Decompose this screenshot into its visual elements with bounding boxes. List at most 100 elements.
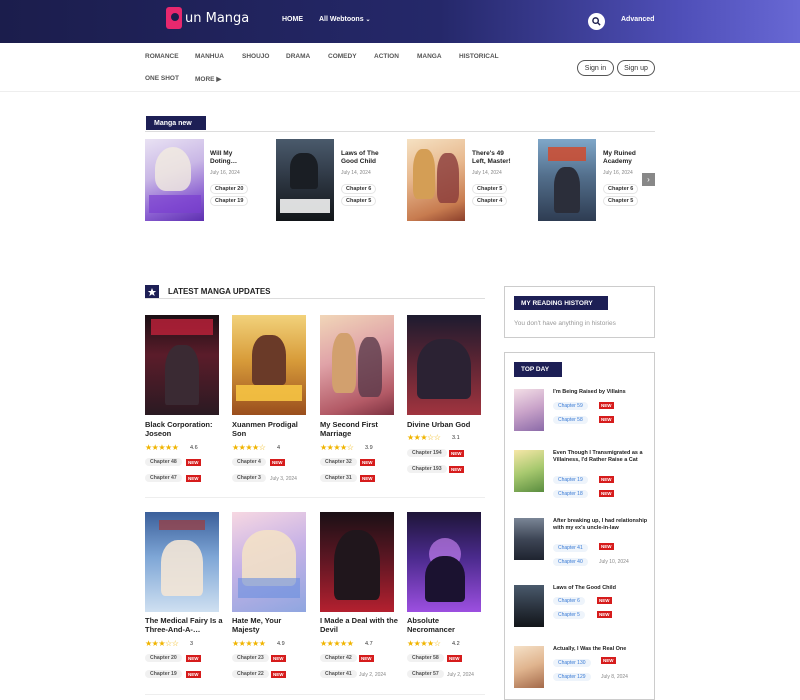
chapter-link[interactable]: Chapter 3 [232, 474, 266, 482]
cover-image[interactable] [407, 512, 481, 612]
chapter-link[interactable]: Chapter 19 [145, 670, 182, 678]
cover-image[interactable] [514, 389, 544, 431]
cover-image[interactable] [320, 315, 394, 415]
chapter-link[interactable]: Chapter 47 [145, 474, 182, 482]
manga-title[interactable]: I Made a Deal with the Devil [320, 616, 398, 634]
chapter-link[interactable]: Chapter 23 [232, 654, 269, 662]
chapter-link[interactable]: Chapter 5 [553, 611, 585, 619]
cover-image[interactable] [320, 512, 394, 612]
cover-image[interactable] [407, 139, 465, 221]
genre-historical[interactable]: HISTORICAL [459, 53, 499, 60]
genre-more[interactable]: MORE ▶ [195, 75, 221, 83]
sign-up-button[interactable]: Sign up [617, 60, 655, 76]
cover-image[interactable] [232, 315, 306, 415]
chevron-right-icon: › [647, 175, 650, 184]
top-day-title[interactable]: Laws of The Good Child [553, 585, 649, 592]
manga-new-date: July 14, 2024 [472, 170, 502, 176]
chapter-link[interactable]: Chapter 57 [407, 670, 444, 678]
cover-image[interactable] [145, 139, 204, 221]
chapter-link[interactable]: Chapter 6 [553, 597, 585, 605]
chapter-link[interactable]: Chapter 193 [407, 465, 447, 473]
top-day-title[interactable]: Even Though I Transmigrated as a Villain… [553, 450, 649, 464]
cover-image[interactable] [145, 512, 219, 612]
reading-history-empty-text: You don't have anything in histories [514, 320, 616, 327]
new-badge: NEW [271, 655, 286, 662]
cover-image[interactable] [232, 512, 306, 612]
chapter-link[interactable]: Chapter 5 [603, 196, 639, 206]
chapter-link[interactable]: Chapter 19 [210, 196, 249, 206]
cover-image[interactable] [538, 139, 596, 221]
cover-image[interactable] [514, 450, 544, 492]
carousel-next-button[interactable]: › [642, 173, 655, 186]
manga-new-title[interactable]: Laws of The Good Child [341, 150, 387, 166]
chapter-link[interactable]: Chapter 6 [603, 184, 639, 194]
manga-title[interactable]: Xuanmen Prodigal Son [232, 420, 310, 438]
nav-home-link[interactable]: HOME [282, 16, 303, 23]
genre-one-shot[interactable]: ONE SHOT [145, 75, 179, 82]
manga-title[interactable]: Absolute Necromancer [407, 616, 485, 634]
top-day-title[interactable]: After breaking up, I had relationship wi… [553, 518, 649, 532]
chapter-link[interactable]: Chapter 19 [553, 476, 588, 484]
manga-new-title[interactable]: Will My Doting… [210, 150, 254, 166]
chapter-link[interactable]: Chapter 194 [407, 449, 447, 457]
header-divider [0, 91, 800, 92]
chapter-link[interactable]: Chapter 129 [553, 673, 591, 681]
site-logo[interactable]: un Manga [166, 6, 249, 30]
genre-comedy[interactable]: COMEDY [328, 53, 357, 60]
chapter-date: July 2, 2024 [447, 672, 474, 678]
chapter-link[interactable]: Chapter 59 [553, 402, 588, 410]
genre-manga[interactable]: MANGA [417, 53, 442, 60]
manga-new-title[interactable]: My Ruined Academy [603, 150, 643, 166]
manga-title[interactable]: Black Corporation: Joseon [145, 420, 223, 438]
chapter-link[interactable]: Chapter 4 [232, 458, 266, 466]
chapter-link[interactable]: Chapter 22 [232, 670, 269, 678]
chapter-link[interactable]: Chapter 58 [553, 416, 588, 424]
chapter-link[interactable]: Chapter 41 [320, 670, 357, 678]
cover-image[interactable] [276, 139, 334, 221]
chapter-link[interactable]: Chapter 32 [320, 458, 357, 466]
manga-title[interactable]: My Second First Marriage [320, 420, 398, 438]
chapter-link[interactable]: Chapter 48 [145, 458, 182, 466]
new-badge: NEW [186, 655, 201, 662]
genre-drama[interactable]: DRAMA [286, 53, 310, 60]
logo-mark [166, 7, 182, 29]
chapter-link[interactable]: Chapter 5 [341, 196, 377, 206]
chapter-link[interactable]: Chapter 58 [407, 654, 444, 662]
sign-in-button[interactable]: Sign in [577, 60, 614, 76]
chapter-link[interactable]: Chapter 130 [553, 659, 591, 667]
genre-shoujo[interactable]: SHOUJO [242, 53, 269, 60]
chapter-link[interactable]: Chapter 5 [472, 184, 508, 194]
chevron-down-icon: ⌄ [365, 17, 371, 23]
cover-image[interactable] [514, 585, 544, 627]
cover-image[interactable] [407, 315, 481, 415]
chapter-link[interactable]: Chapter 20 [145, 654, 182, 662]
genre-romance[interactable]: ROMANCE [145, 53, 179, 60]
chapter-link[interactable]: Chapter 18 [553, 490, 588, 498]
chapter-link[interactable]: Chapter 40 [553, 558, 588, 566]
top-day-title[interactable]: Actually, I Was the Real One [553, 646, 649, 653]
search-icon [592, 17, 601, 26]
chapter-link[interactable]: Chapter 41 [553, 544, 588, 552]
cover-image[interactable] [514, 646, 544, 688]
nav-all-webtoons-dropdown[interactable]: All Webtoons ⌄ [319, 16, 371, 23]
chapter-link[interactable]: Chapter 31 [320, 474, 357, 482]
cover-image[interactable] [514, 518, 544, 560]
manga-title[interactable]: Hate Me, Your Majesty [232, 616, 310, 634]
genre-action[interactable]: ACTION [374, 53, 399, 60]
manga-title[interactable]: The Medical Fairy Is a Three-And-A-… [145, 616, 223, 634]
chapter-link[interactable]: Chapter 6 [341, 184, 377, 194]
cover-image[interactable] [145, 315, 219, 415]
new-badge: NEW [449, 450, 464, 457]
manga-title[interactable]: Divine Urban God [407, 420, 485, 429]
search-button[interactable] [588, 13, 605, 30]
advanced-search-link[interactable]: Advanced [621, 16, 654, 23]
genre-manhua[interactable]: MANHUA [195, 53, 224, 60]
rating-stars: ★★★★☆ [320, 443, 354, 452]
chapter-link[interactable]: Chapter 4 [472, 196, 508, 206]
chapter-link[interactable]: Chapter 20 [210, 184, 249, 194]
new-badge: NEW [271, 671, 286, 678]
manga-new-title[interactable]: There's 49 Left, Master! [472, 150, 518, 166]
top-day-title[interactable]: I'm Being Raised by Villains [553, 389, 649, 396]
chapter-link[interactable]: Chapter 42 [320, 654, 357, 662]
rating-value: 3.9 [365, 445, 373, 451]
